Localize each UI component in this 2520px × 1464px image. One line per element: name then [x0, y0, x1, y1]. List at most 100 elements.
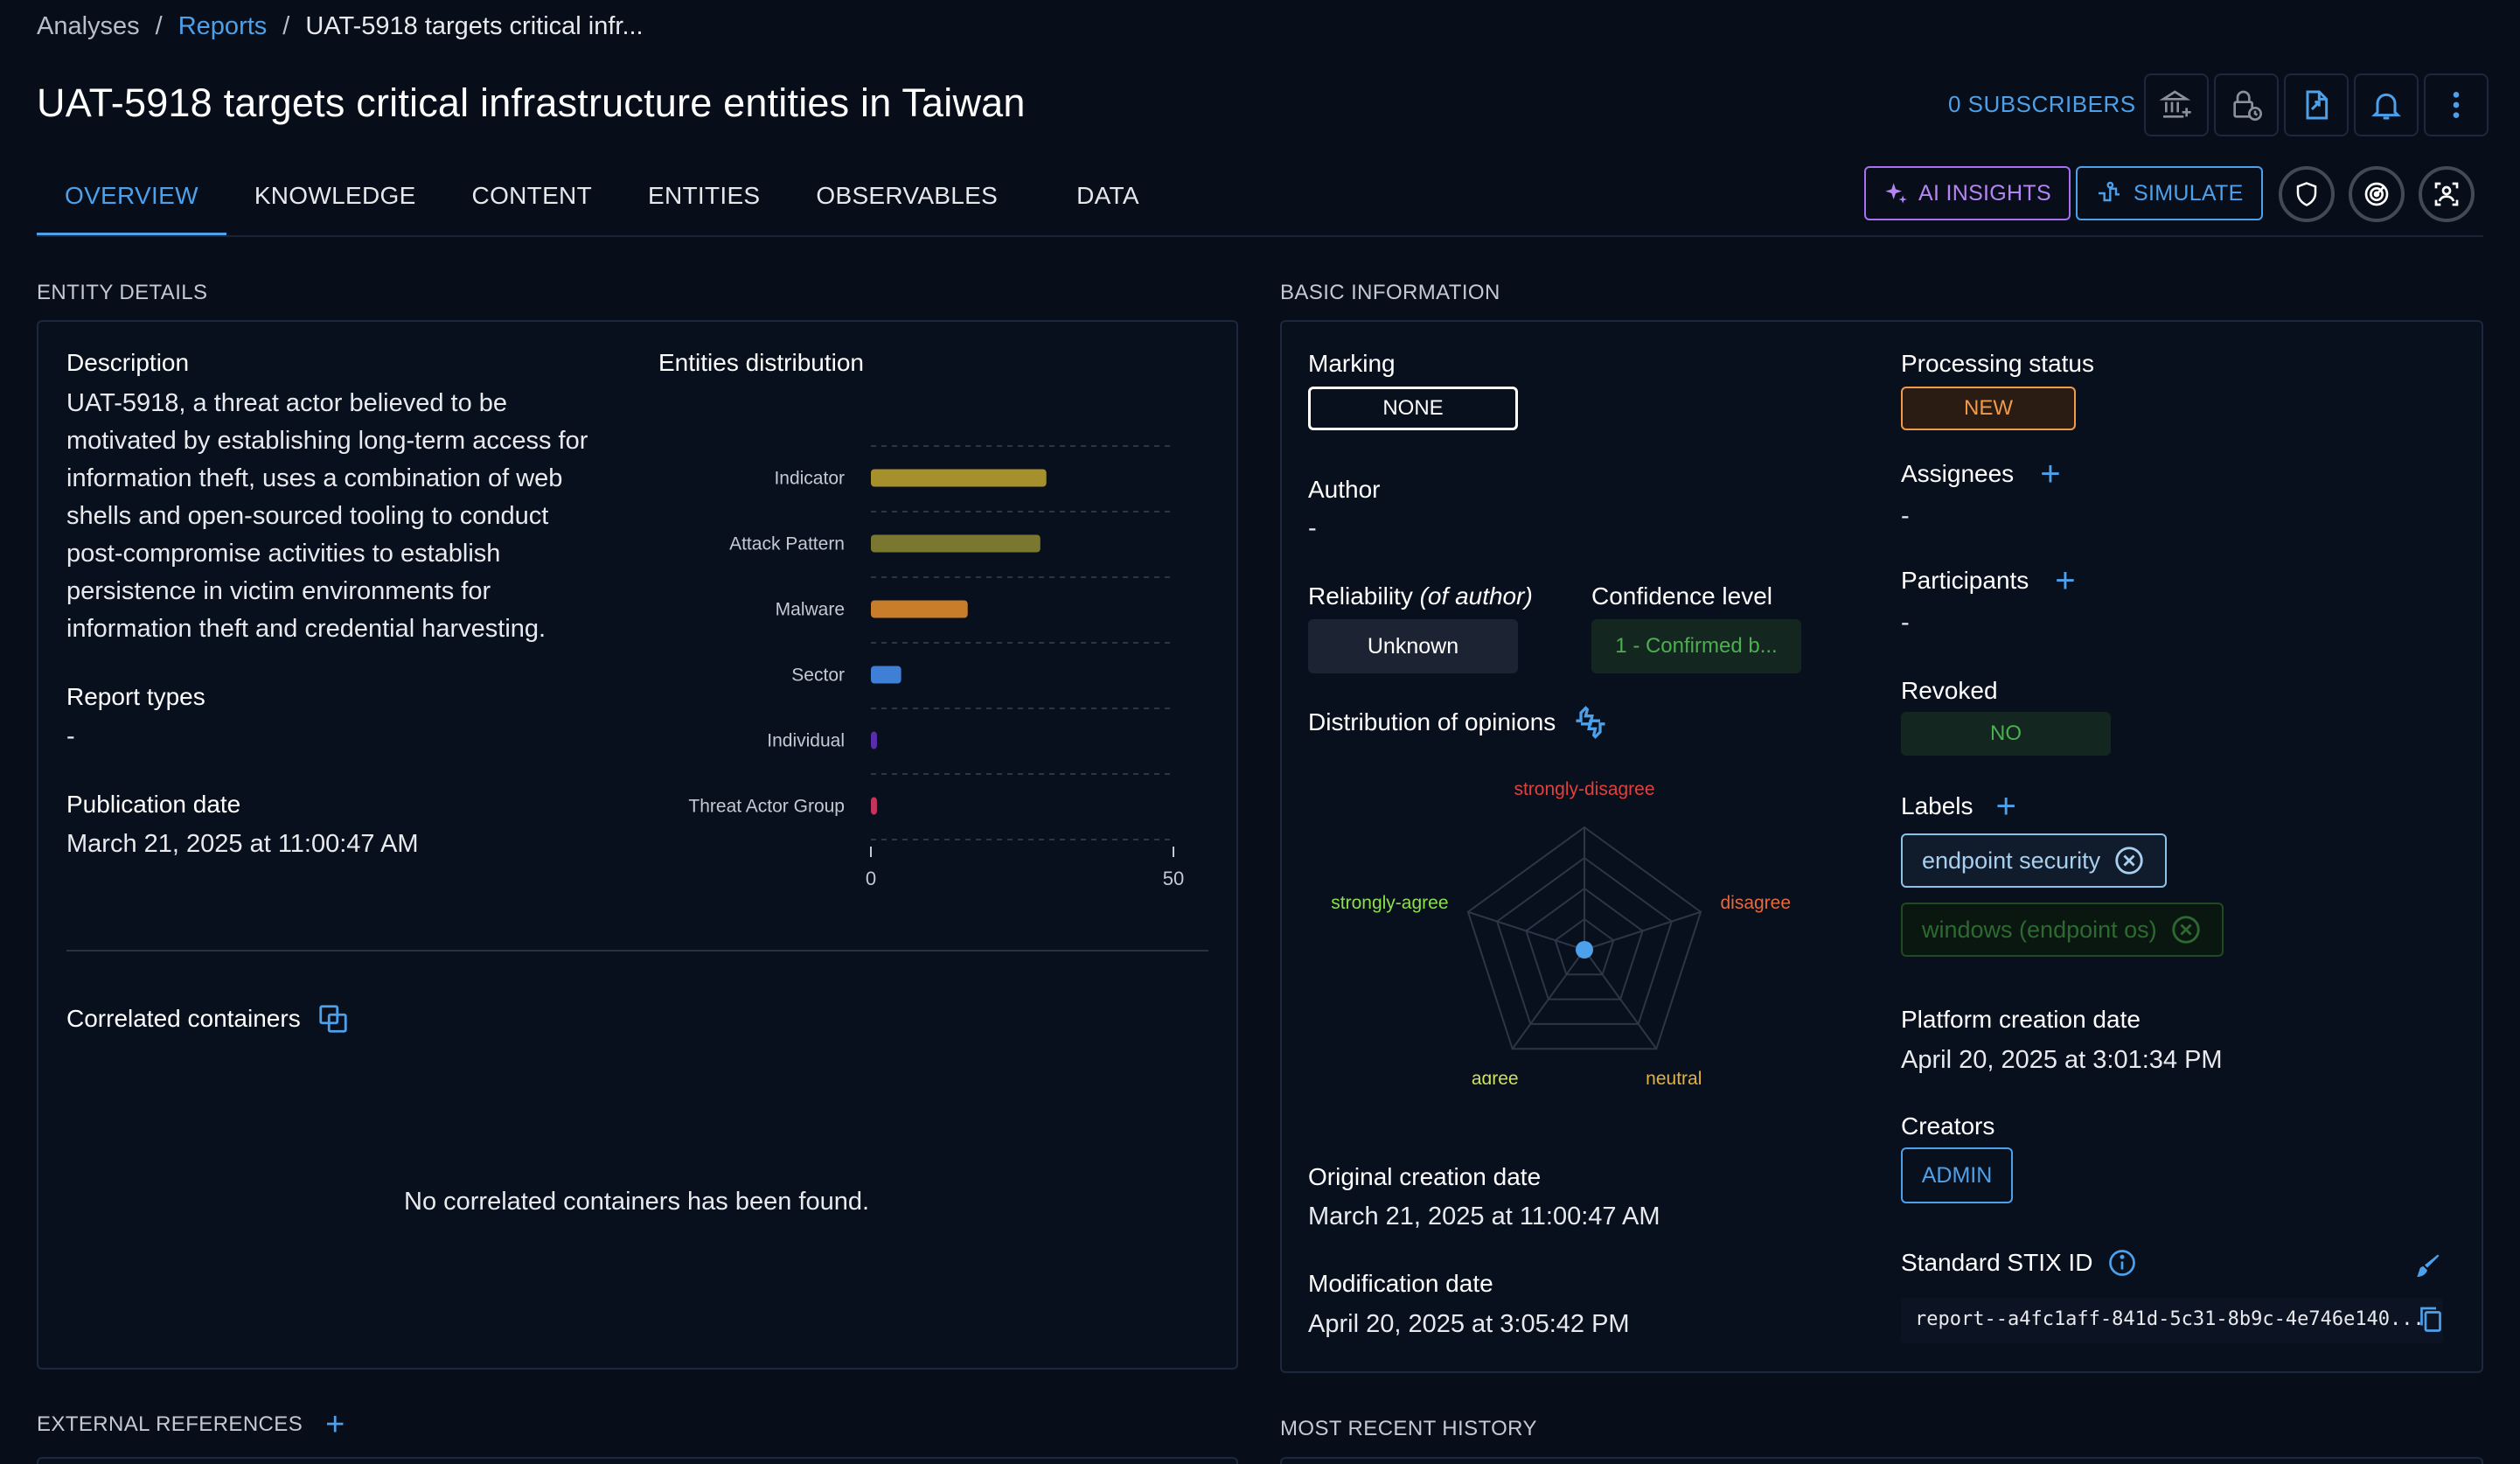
stix-id-value: report--a4fc1aff-841d-5c31-8b9c-4e746e14…	[1901, 1298, 2443, 1343]
remove-label-icon[interactable]	[2169, 913, 2203, 946]
link-containers-icon[interactable]	[317, 1002, 350, 1035]
assignees-label: Assignees	[1901, 460, 2015, 487]
add-assignee-button[interactable]: +	[2040, 457, 2060, 491]
tab-bar: OVERVIEW KNOWLEDGE CONTENT ENTITIES OBSE…	[37, 171, 1167, 236]
remove-label-icon[interactable]	[2113, 844, 2146, 877]
ai-insights-button[interactable]: AI INSIGHTS	[1864, 166, 2071, 220]
x-tick-label: 50	[1163, 868, 1184, 889]
reliability-label-text: Reliability	[1308, 582, 1413, 610]
tab-data[interactable]: DATA	[1026, 171, 1167, 236]
radar-axis-label: agree	[1472, 1069, 1519, 1084]
user-target-icon[interactable]	[2419, 166, 2475, 222]
publication-date-value: March 21, 2025 at 11:00:47 AM	[66, 830, 419, 858]
add-label-button[interactable]: +	[1996, 789, 2016, 824]
bar[interactable]	[871, 534, 1041, 553]
stix-id-header: Standard STIX ID	[1901, 1247, 2138, 1279]
ai-insights-label: AI INSIGHTS	[1918, 180, 2051, 206]
shield-icon[interactable]	[2279, 166, 2335, 222]
tab-overview[interactable]: OVERVIEW	[37, 171, 226, 236]
breadcrumb-separator: /	[282, 12, 290, 40]
publication-date-label: Publication date	[66, 791, 241, 818]
brush-icon[interactable]	[2412, 1251, 2443, 1282]
file-export-icon[interactable]	[2284, 73, 2349, 136]
bar[interactable]	[871, 600, 968, 618]
info-icon[interactable]	[2106, 1247, 2138, 1279]
breadcrumb-separator: /	[155, 12, 163, 40]
description-label: Description	[66, 349, 190, 376]
breadcrumb-reports-link[interactable]: Reports	[178, 12, 268, 41]
simulate-button[interactable]: SIMULATE	[2076, 166, 2263, 220]
external-references-title: EXTERNAL REFERENCES	[37, 1412, 303, 1436]
breadcrumb: Analyses / Reports / UAT-5918 targets cr…	[37, 12, 644, 41]
marking-chip: NONE	[1308, 387, 1518, 430]
page-title: UAT-5918 targets critical infrastructure…	[37, 80, 1026, 125]
modification-date-label: Modification date	[1308, 1270, 1493, 1297]
lock-clock-icon[interactable]	[2214, 73, 2279, 136]
reliability-chip: Unknown	[1308, 619, 1518, 673]
category-label: Sector	[791, 666, 845, 686]
labels-header: Labels +	[1901, 789, 2016, 824]
correlated-empty-message: No correlated containers has been found.	[404, 1188, 870, 1216]
tab-observables[interactable]: OBSERVABLES	[788, 171, 1026, 236]
reliability-label-suffix: (of author)	[1419, 582, 1533, 610]
opinions-header: Distribution of opinions	[1308, 703, 1610, 742]
label-chip-text: windows (endpoint os)	[1922, 916, 2157, 943]
participants-value: -	[1901, 609, 1910, 637]
entity-details-title: ENTITY DETAILS	[37, 281, 208, 304]
thumbs-up-down-icon[interactable]	[1571, 703, 1610, 742]
subscribers-button[interactable]: 0 SUBSCRIBERS	[1948, 91, 2136, 118]
x-tick-label: 0	[866, 868, 876, 889]
processing-status-chip: NEW	[1901, 387, 2076, 430]
marking-label: Marking	[1308, 350, 1396, 377]
more-vert-icon[interactable]	[2424, 73, 2489, 136]
tab-knowledge[interactable]: KNOWLEDGE	[226, 171, 444, 236]
category-label: Individual	[767, 731, 845, 751]
category-label: Attack Pattern	[729, 534, 845, 554]
category-label: Threat Actor Group	[688, 797, 845, 817]
most-recent-history-panel	[1280, 1457, 2483, 1464]
bar[interactable]	[871, 797, 877, 815]
copy-icon[interactable]	[2415, 1303, 2447, 1335]
report-types-value: -	[66, 722, 75, 750]
bell-icon[interactable]	[2354, 73, 2419, 136]
bar[interactable]	[871, 731, 877, 749]
radar-icon[interactable]	[2349, 166, 2405, 222]
creators-label: Creators	[1901, 1112, 1995, 1140]
most-recent-history-title: MOST RECENT HISTORY	[1280, 1417, 1537, 1440]
participants-label: Participants	[1901, 567, 2029, 594]
bar[interactable]	[871, 666, 901, 684]
revoked-label: Revoked	[1901, 677, 1998, 704]
description-text: UAT-5918, a threat actor believed to be …	[66, 389, 588, 643]
divider	[66, 950, 1208, 952]
correlated-containers-label: Correlated containers	[66, 1005, 301, 1032]
opinions-label: Distribution of opinions	[1308, 708, 1556, 735]
basic-information-title: BASIC INFORMATION	[1280, 281, 1500, 304]
external-references-panel	[37, 1457, 1238, 1464]
assignees-header: Assignees +	[1901, 457, 2061, 491]
add-participant-button[interactable]: +	[2055, 563, 2075, 598]
external-references-header: EXTERNAL REFERENCES +	[37, 1408, 345, 1441]
breadcrumb-analyses[interactable]: Analyses	[37, 12, 140, 41]
participants-header: Participants +	[1901, 563, 2076, 598]
original-creation-value: March 21, 2025 at 11:00:47 AM	[1308, 1203, 1660, 1230]
reliability-label: Reliability (of author)	[1308, 582, 1533, 610]
creator-chip[interactable]: ADMIN	[1901, 1147, 2013, 1203]
confidence-level-chip: 1 - Confirmed b...	[1591, 619, 1801, 673]
breadcrumb-current: UAT-5918 targets critical infr...	[305, 12, 644, 40]
entities-distribution-label: Entities distribution	[658, 349, 865, 376]
sparkle-icon	[1885, 183, 1907, 204]
original-creation-label: Original creation date	[1308, 1163, 1542, 1190]
tab-entities[interactable]: ENTITIES	[620, 171, 788, 236]
label-chip[interactable]: windows (endpoint os)	[1901, 903, 2224, 957]
modification-date-value: April 20, 2025 at 3:05:42 PM	[1308, 1310, 1630, 1338]
tab-content[interactable]: CONTENT	[444, 171, 620, 236]
tab-divider	[37, 235, 2483, 237]
platform-creation-value: April 20, 2025 at 3:01:34 PM	[1901, 1046, 2223, 1074]
radar-axis-label: strongly-agree	[1331, 893, 1448, 913]
opinions-radar-chart: strongly-disagree disagree neutral agree str…	[1331, 779, 1791, 1084]
platform-creation-label: Platform creation date	[1901, 1006, 2141, 1033]
bank-plus-icon[interactable]	[2144, 73, 2209, 136]
label-chip[interactable]: endpoint security	[1901, 833, 2168, 888]
bar[interactable]	[871, 469, 1047, 487]
add-external-reference-button[interactable]: +	[325, 1408, 345, 1441]
